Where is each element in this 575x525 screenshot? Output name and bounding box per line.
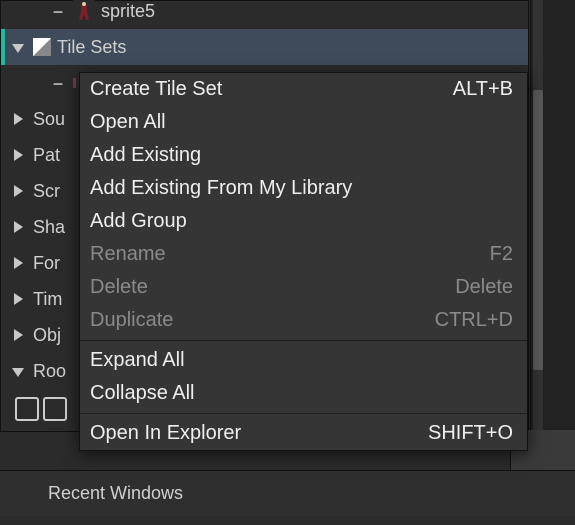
- app-root: – sprite5 Tile Sets – ti Sou Pat: [0, 0, 575, 525]
- menu-label: Add Group: [90, 210, 187, 233]
- tree-item-label: Sha: [33, 217, 65, 238]
- view-toggle-icons[interactable]: [15, 397, 67, 421]
- menu-label: Collapse All: [90, 382, 195, 405]
- tree-item-label: Scr: [33, 181, 60, 202]
- tree-item-label: Pat: [33, 145, 60, 166]
- recent-windows-panel[interactable]: Recent Windows: [0, 470, 575, 516]
- tree-item-label: Tim: [33, 289, 62, 310]
- expand-down-icon[interactable]: [9, 37, 27, 58]
- selection-accent: [1, 29, 5, 65]
- menu-label: Open In Explorer: [90, 422, 241, 445]
- scrollbar-thumb[interactable]: [533, 90, 543, 370]
- menu-open-in-explorer[interactable]: Open In Explorer SHIFT+O: [80, 417, 527, 450]
- tree-item-label: Roo: [33, 361, 66, 382]
- menu-collapse-all[interactable]: Collapse All: [80, 377, 527, 410]
- menu-label: Duplicate: [90, 309, 173, 332]
- expand-right-icon[interactable]: [9, 217, 27, 238]
- menu-add-existing-library[interactable]: Add Existing From My Library: [80, 172, 527, 205]
- expand-right-icon[interactable]: [9, 181, 27, 202]
- expand-right-icon[interactable]: [9, 289, 27, 310]
- menu-shortcut: ALT+B: [453, 78, 513, 101]
- menu-separator: [80, 413, 527, 414]
- tree-item-label: Sou: [33, 109, 65, 130]
- menu-open-all[interactable]: Open All: [80, 106, 527, 139]
- context-menu: Create Tile Set ALT+B Open All Add Exist…: [79, 72, 528, 451]
- expand-right-icon[interactable]: [9, 109, 27, 130]
- box-icon: [43, 397, 67, 421]
- menu-separator: [80, 340, 527, 341]
- sprite-thumb-icon: [73, 0, 95, 22]
- expand-down-icon[interactable]: [9, 361, 27, 382]
- menu-label: Delete: [90, 276, 148, 299]
- tree-item-sprite5[interactable]: – sprite5: [1, 0, 528, 29]
- tree-dash-icon: –: [49, 1, 67, 22]
- menu-label: Create Tile Set: [90, 78, 222, 101]
- menu-duplicate: Duplicate CTRL+D: [80, 304, 527, 337]
- menu-expand-all[interactable]: Expand All: [80, 344, 527, 377]
- menu-rename: Rename F2: [80, 238, 527, 271]
- menu-create-tileset[interactable]: Create Tile Set ALT+B: [80, 73, 527, 106]
- menu-label: Rename: [90, 243, 166, 266]
- menu-shortcut: F2: [490, 243, 513, 266]
- menu-add-existing[interactable]: Add Existing: [80, 139, 527, 172]
- expand-right-icon[interactable]: [9, 253, 27, 274]
- menu-shortcut: CTRL+D: [435, 309, 513, 332]
- tree-dash-icon: –: [49, 73, 67, 94]
- menu-label: Add Existing: [90, 144, 201, 167]
- menu-label: Open All: [90, 111, 166, 134]
- menu-label: Add Existing From My Library: [90, 177, 352, 200]
- box-icon: [15, 397, 39, 421]
- recent-windows-label: Recent Windows: [48, 483, 183, 504]
- expand-right-icon[interactable]: [9, 145, 27, 166]
- expand-right-icon[interactable]: [9, 325, 27, 346]
- tree-item-label: Tile Sets: [57, 37, 126, 58]
- menu-add-group[interactable]: Add Group: [80, 205, 527, 238]
- tree-item-label: Obj: [33, 325, 61, 346]
- menu-shortcut: Delete: [455, 276, 513, 299]
- menu-label: Expand All: [90, 349, 185, 372]
- menu-shortcut: SHIFT+O: [428, 422, 513, 445]
- menu-delete: Delete Delete: [80, 271, 527, 304]
- tree-item-label: sprite5: [101, 1, 155, 22]
- tileset-icon: [33, 38, 51, 56]
- tree-item-tilesets[interactable]: Tile Sets: [1, 29, 528, 65]
- tree-item-label: For: [33, 253, 60, 274]
